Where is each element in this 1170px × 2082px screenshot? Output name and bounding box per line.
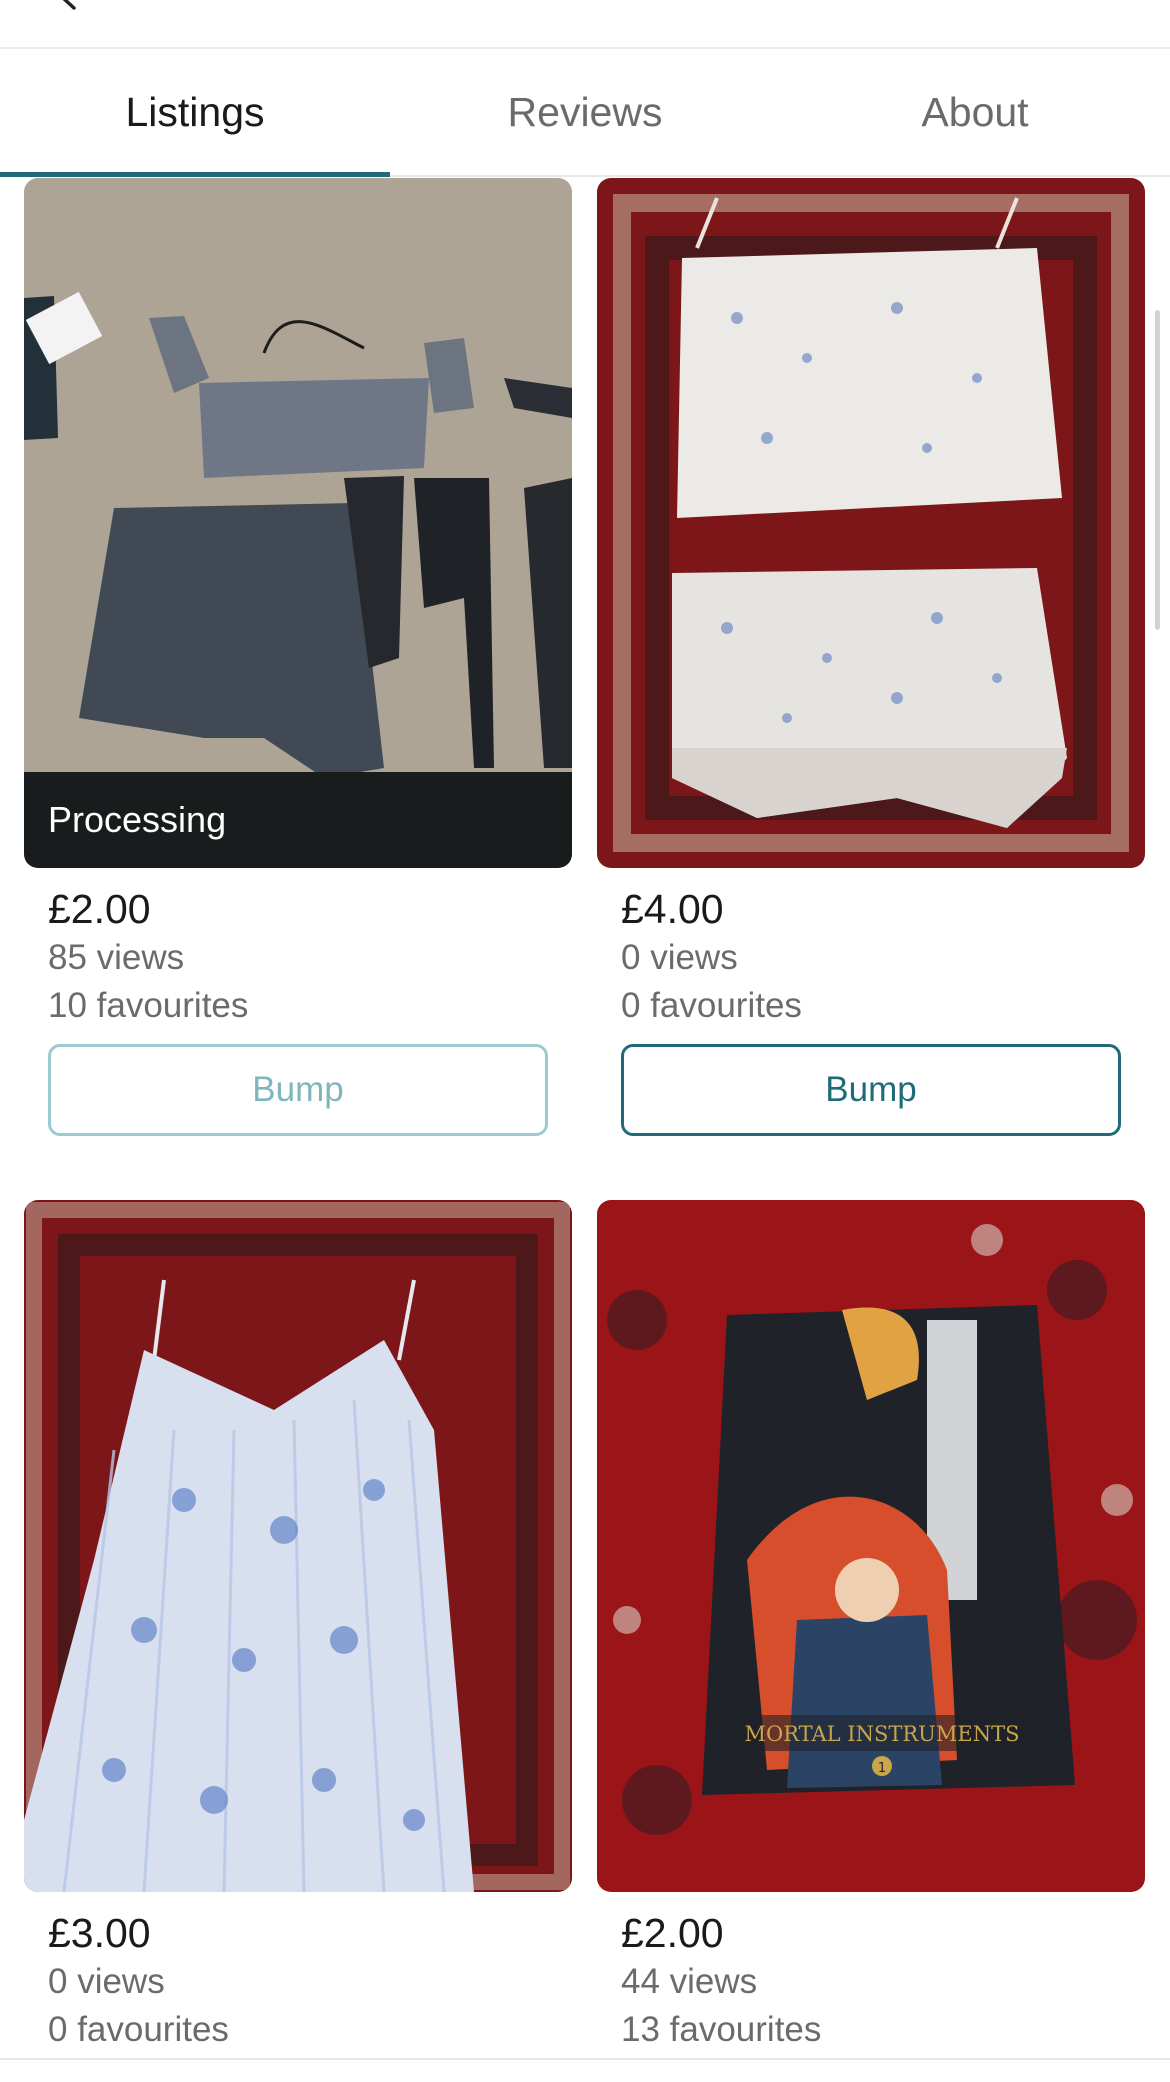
- listing-price: £4.00: [621, 886, 724, 932]
- listing-photo[interactable]: [597, 178, 1145, 868]
- listing-price: £3.00: [48, 1910, 151, 1956]
- listing-price: £2.00: [621, 1910, 724, 1956]
- bottom-nav-edge: [0, 2058, 1170, 2082]
- listing-photo[interactable]: Processing: [24, 178, 572, 868]
- listing-views: 0 views: [621, 938, 738, 977]
- listing-image-floral-pyjamas: [597, 178, 1145, 868]
- listing-favourites: 13 favourites: [621, 2010, 822, 2049]
- listing-favourites: 10 favourites: [48, 986, 249, 1025]
- listing-image-satin-set: [24, 178, 572, 868]
- listing-photo[interactable]: MORTAL INSTRUMENTS 1: [597, 1200, 1145, 1892]
- listing-views: 44 views: [621, 1962, 758, 2001]
- top-bar: [0, 0, 1170, 49]
- listing-favourites: 0 favourites: [48, 2010, 229, 2049]
- back-arrow-icon[interactable]: [52, 0, 82, 12]
- tab-reviews[interactable]: Reviews: [390, 49, 780, 175]
- listing-favourites: 0 favourites: [621, 986, 802, 1025]
- tab-listings[interactable]: Listings: [0, 49, 390, 177]
- listing-photo[interactable]: [24, 1200, 572, 1892]
- listing-image-blue-slip-dress: [24, 1200, 572, 1892]
- listing-price: £2.00: [48, 886, 151, 932]
- listing-card[interactable]: £4.00 0 views 0 favourites Bump: [597, 178, 1145, 1138]
- status-badge: Processing: [24, 772, 572, 868]
- book-volume: 1: [878, 1761, 886, 1776]
- book-title: MORTAL INSTRUMENTS: [745, 1722, 1020, 1746]
- listing-image-manga-book: MORTAL INSTRUMENTS 1: [597, 1200, 1145, 1892]
- listing-views: 0 views: [48, 1962, 165, 2001]
- bump-button[interactable]: Bump: [48, 1044, 548, 1136]
- scrollbar[interactable]: [1155, 310, 1160, 630]
- listing-views: 85 views: [48, 938, 185, 977]
- tab-about[interactable]: About: [780, 49, 1170, 175]
- listing-card[interactable]: £3.00 0 views 0 favourites: [24, 1200, 572, 2058]
- profile-tabs: Listings Reviews About: [0, 49, 1170, 177]
- bump-button[interactable]: Bump: [621, 1044, 1121, 1136]
- listing-card[interactable]: MORTAL INSTRUMENTS 1 £2.00 44 views 13 f…: [597, 1200, 1145, 2058]
- listing-card[interactable]: Processing £2.00 85 views 10 favourites …: [24, 178, 572, 1138]
